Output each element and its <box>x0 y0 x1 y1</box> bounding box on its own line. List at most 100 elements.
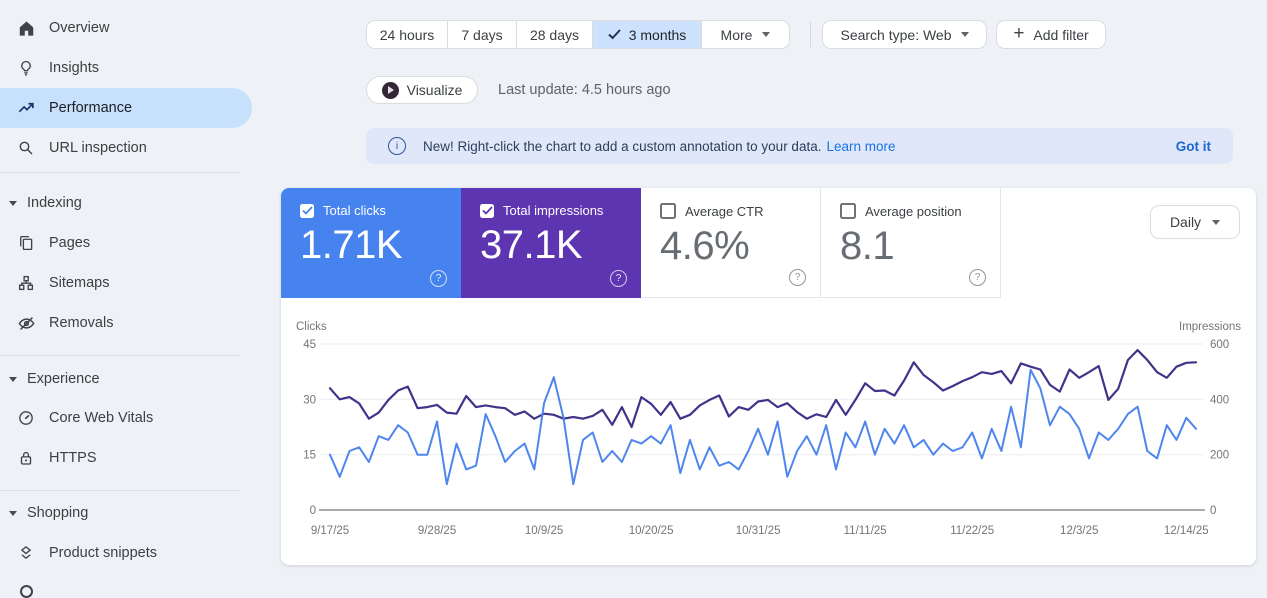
granularity-label: Daily <box>1169 214 1202 230</box>
last-update-text: Last update: 4.5 hours ago <box>498 82 671 98</box>
tab-24-hours[interactable]: 24 hours <box>367 21 448 48</box>
annotation-banner: i New! Right-click the chart to add a cu… <box>366 128 1233 164</box>
granularity-dropdown[interactable]: Daily <box>1150 205 1240 239</box>
chart-tick-label: 45 <box>303 339 316 351</box>
section-header-label: Experience <box>27 371 100 387</box>
chevron-down-icon <box>960 32 969 37</box>
toolbar-divider <box>810 22 811 47</box>
metric-value: 1.71K <box>300 223 403 267</box>
sidebar-section-shopping[interactable]: Shopping <box>0 496 252 530</box>
tab-28-days[interactable]: 28 days <box>517 21 593 48</box>
help-icon[interactable]: ? <box>789 269 806 286</box>
sidebar: Overview Insights Performance URL inspec… <box>0 0 252 598</box>
sidebar-item-label: Insights <box>49 60 99 76</box>
chart-tick-label: 9/17/25 <box>311 525 349 537</box>
metric-card-total-clicks[interactable]: Total clicks 1.71K ? <box>281 188 461 298</box>
add-filter-label: Add filter <box>1033 26 1089 43</box>
sidebar-item-label: Core Web Vitals <box>49 410 154 426</box>
chart-tick-label: 15 <box>303 450 316 462</box>
sidebar-item-insights[interactable]: Insights <box>0 48 252 88</box>
chart-tick-label: 11/11/25 <box>844 525 887 537</box>
visualize-button[interactable]: Visualize <box>366 76 478 104</box>
checkbox-unchecked-icon[interactable] <box>840 203 856 219</box>
speedometer-icon <box>16 408 36 428</box>
date-range-tabs: 24 hours 7 days 28 days 3 months More <box>366 20 790 49</box>
section-header-label: Indexing <box>27 195 82 211</box>
chart-tick-label: 12/3/25 <box>1060 525 1098 537</box>
sidebar-section-indexing[interactable]: Indexing <box>0 186 252 220</box>
pages-icon <box>16 233 36 253</box>
learn-more-link[interactable]: Learn more <box>826 139 895 154</box>
eye-off-icon <box>16 313 36 333</box>
metric-value: 37.1K <box>480 223 583 267</box>
sidebar-section-experience[interactable]: Experience <box>0 362 252 396</box>
chart-tick-label: 400 <box>1210 394 1229 406</box>
tab-more[interactable]: More <box>702 21 789 48</box>
lightbulb-icon <box>16 58 36 78</box>
tab-label: More <box>720 26 753 43</box>
help-icon[interactable]: ? <box>430 270 447 287</box>
sidebar-item-performance[interactable]: Performance <box>0 88 252 128</box>
checkbox-checked-icon[interactable] <box>480 203 494 218</box>
plus-icon: + <box>1013 23 1025 44</box>
chart-tick-label: 10/9/25 <box>525 525 563 537</box>
performance-panel: Total clicks 1.71K ? Total impressions 3… <box>281 188 1256 565</box>
trending-up-icon <box>16 98 36 118</box>
sidebar-item-partial-icon <box>20 585 33 598</box>
sidebar-item-label: Performance <box>49 100 133 116</box>
info-icon: i <box>388 137 406 155</box>
sidebar-divider <box>0 172 240 173</box>
metric-card-average-ctr[interactable]: Average CTR 4.6% ? <box>641 188 821 298</box>
checkbox-unchecked-icon[interactable] <box>660 203 676 219</box>
sidebar-item-label: Sitemaps <box>49 275 110 291</box>
banner-text: New! Right-click the chart to add a cust… <box>423 138 822 154</box>
sidebar-item-url-inspection[interactable]: URL inspection <box>0 128 252 168</box>
sidebar-item-pages[interactable]: Pages <box>0 223 252 263</box>
chevron-down-icon <box>9 376 17 382</box>
help-icon[interactable]: ? <box>969 269 986 286</box>
sidebar-item-label: Product snippets <box>49 545 158 561</box>
search-type-label: Search type: Web <box>840 26 952 43</box>
tab-3-months[interactable]: 3 months <box>593 21 702 48</box>
sidebar-divider <box>0 355 240 356</box>
got-it-button[interactable]: Got it <box>1176 139 1211 154</box>
metric-card-total-impressions[interactable]: Total impressions 37.1K ? <box>461 188 641 298</box>
chart-tick-label: 10/31/25 <box>736 525 781 537</box>
chart-tick-label: 0 <box>310 505 316 517</box>
tab-label: 28 days <box>529 26 580 43</box>
sidebar-item-removals[interactable]: Removals <box>0 303 252 343</box>
sidebar-item-core-web-vitals[interactable]: Core Web Vitals <box>0 398 252 438</box>
chart-tick-label: 200 <box>1210 450 1229 462</box>
metric-label: Total impressions <box>503 203 604 218</box>
sidebar-item-sitemaps[interactable]: Sitemaps <box>0 263 252 303</box>
sidebar-item-label: Overview <box>49 20 110 36</box>
chart-tick-label: 9/28/25 <box>418 525 456 537</box>
metric-card-average-position[interactable]: Average position 8.1 ? <box>821 188 1001 298</box>
clicks-line <box>329 368 1197 486</box>
performance-chart[interactable]: 45 30 15 0 600 400 200 0 9/17/25 9/28/25 10/9/25 10… <box>281 300 1256 553</box>
chart-tick-label: 10/20/25 <box>629 525 674 537</box>
tab-label: 3 months <box>628 26 687 43</box>
section-header-label: Shopping <box>27 505 89 521</box>
sidebar-item-overview[interactable]: Overview <box>0 8 252 48</box>
search-type-dropdown[interactable]: Search type: Web <box>822 20 987 49</box>
help-icon[interactable]: ? <box>610 270 627 287</box>
sidebar-item-label: URL inspection <box>49 140 147 156</box>
impressions-line <box>328 348 1198 429</box>
home-icon <box>16 18 36 38</box>
chart-tick-label: 0 <box>1210 505 1216 517</box>
layers-icon <box>16 543 36 563</box>
metric-value: 8.1 <box>840 224 895 268</box>
chevron-down-icon <box>9 200 17 206</box>
metric-label: Average CTR <box>685 203 764 219</box>
chart-tick-label: 30 <box>303 394 316 406</box>
sidebar-divider <box>0 490 240 491</box>
add-filter-button[interactable]: + Add filter <box>996 20 1106 49</box>
chart-tick-label: 11/22/25 <box>950 525 994 537</box>
tab-7-days[interactable]: 7 days <box>448 21 517 48</box>
chevron-down-icon <box>762 32 771 37</box>
visualize-icon <box>381 81 399 99</box>
checkbox-checked-icon[interactable] <box>300 203 314 218</box>
sidebar-item-https[interactable]: HTTPS <box>0 438 252 478</box>
sidebar-item-product-snippets[interactable]: Product snippets <box>0 533 252 573</box>
